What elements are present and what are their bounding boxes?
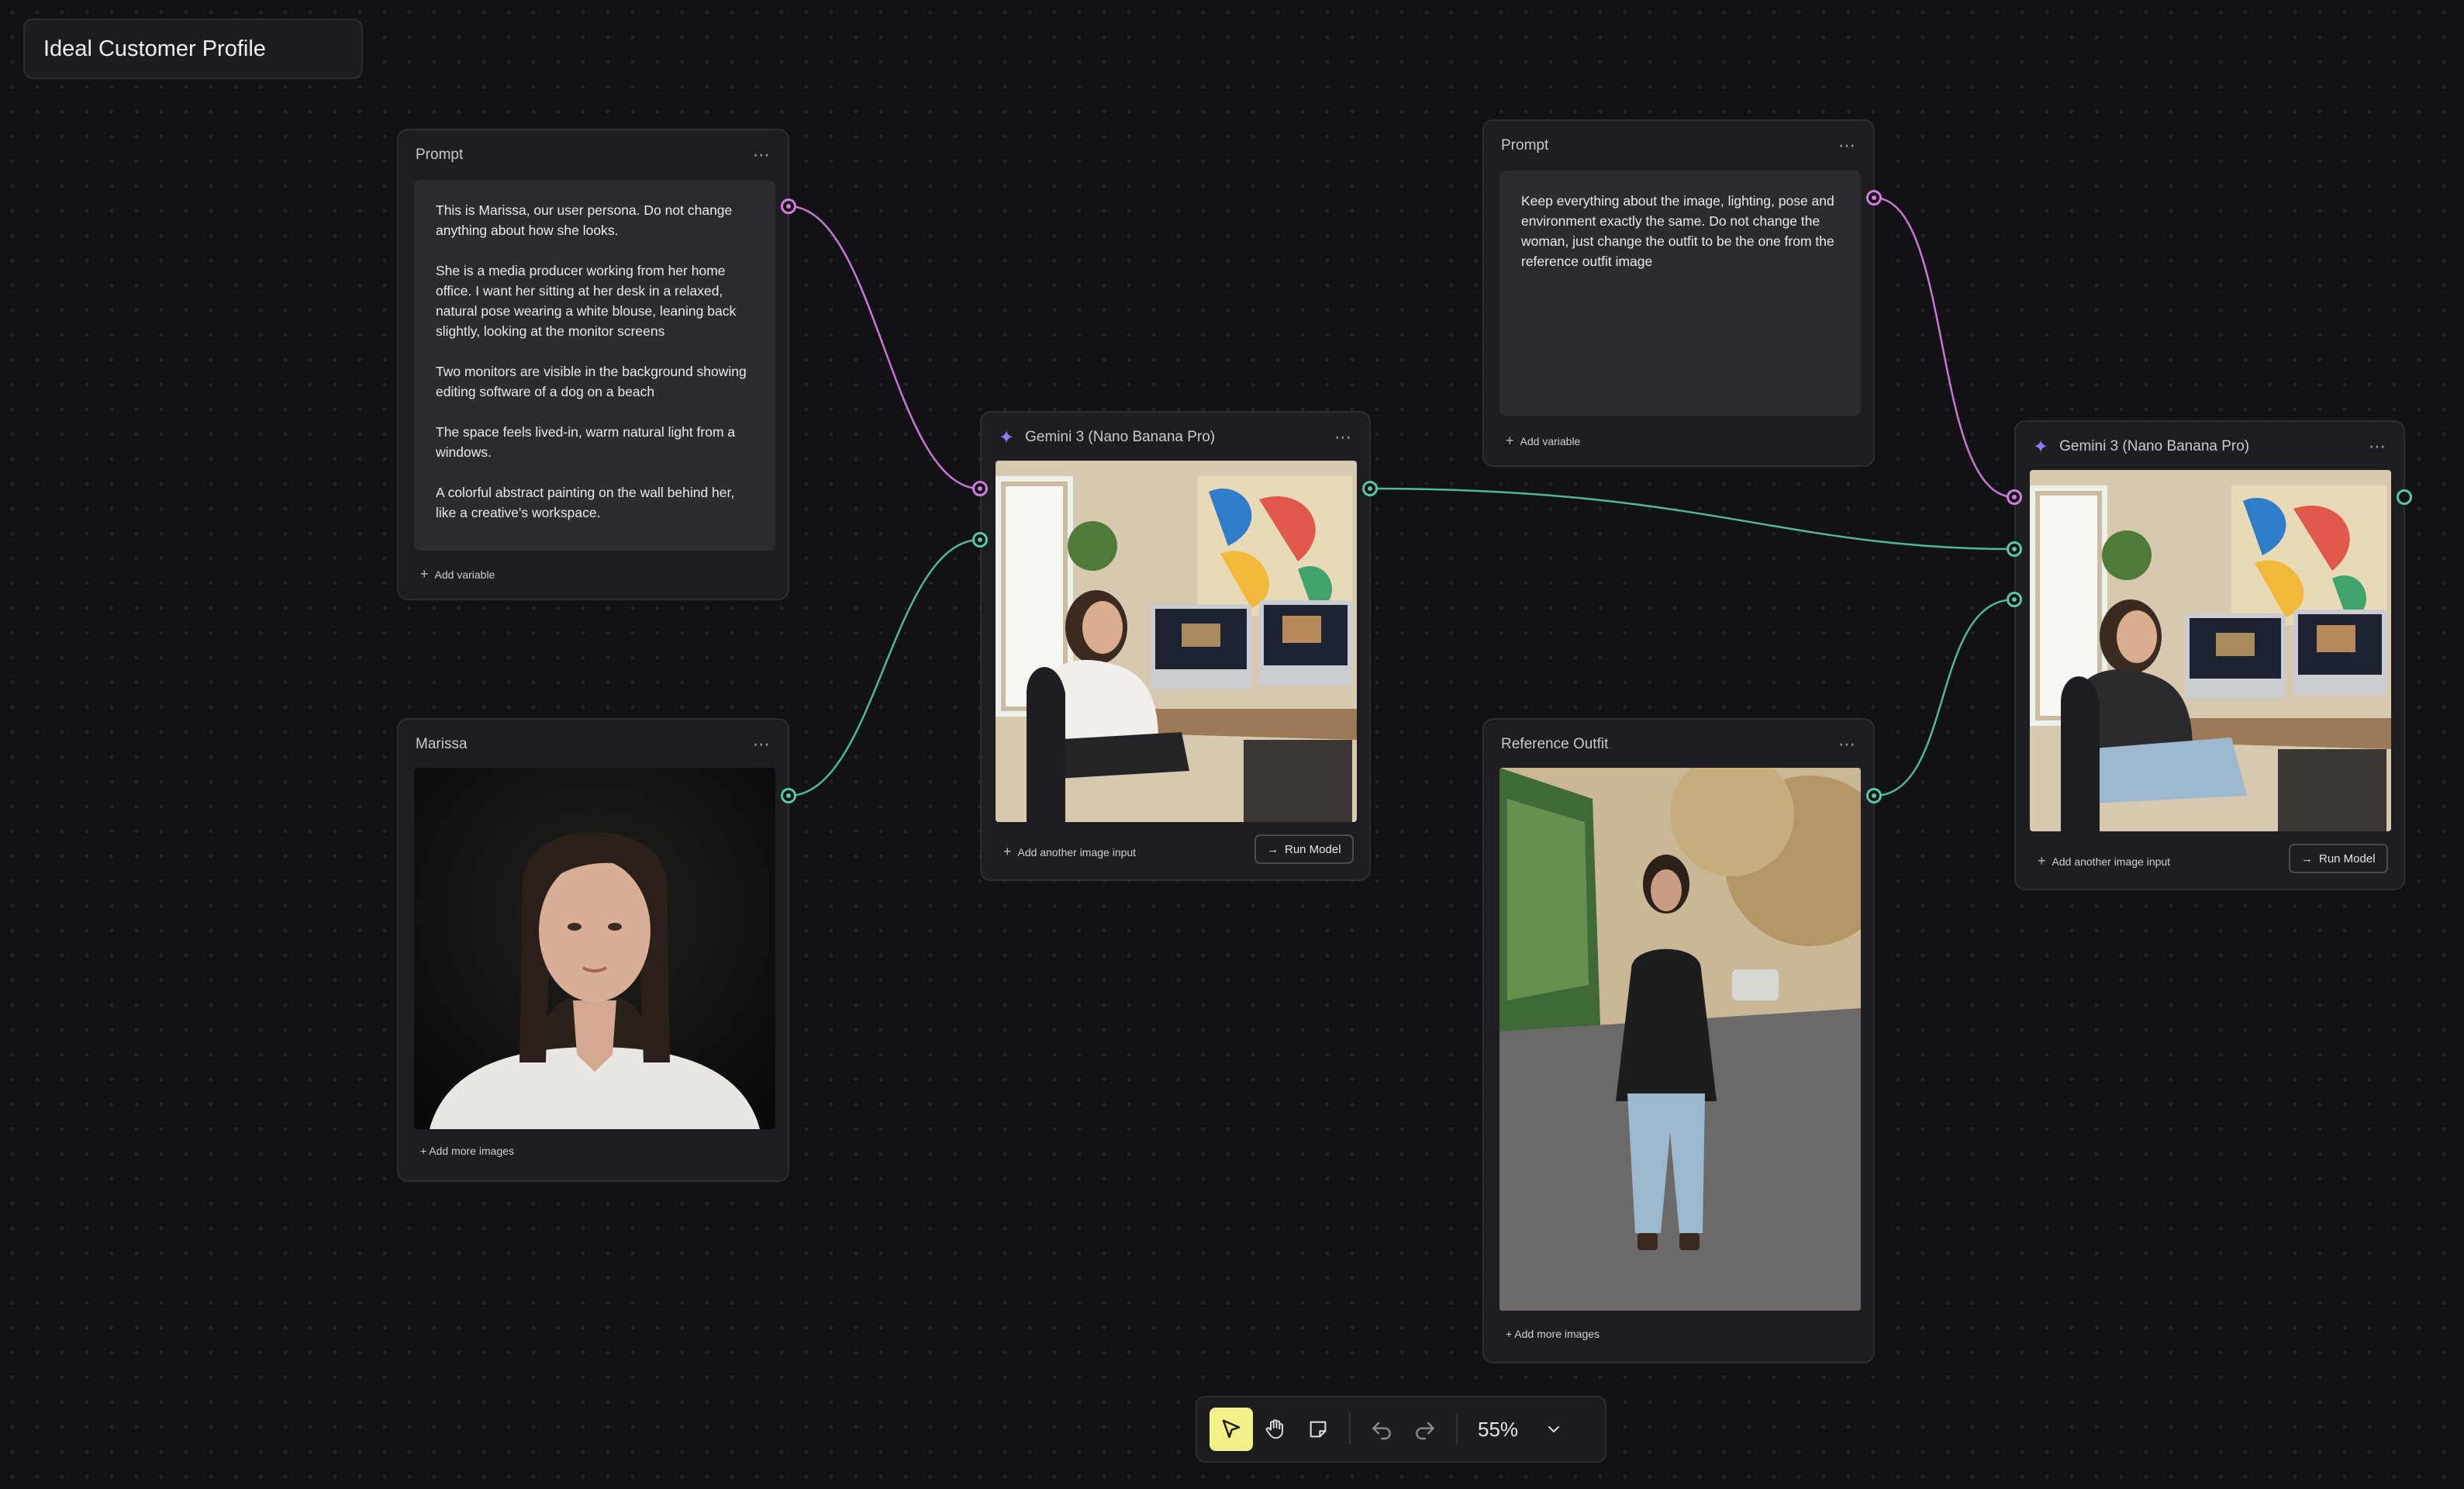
zoom-dropdown-button[interactable] <box>1532 1408 1575 1451</box>
wire-gemini1-to-gemini2 <box>1369 487 2015 551</box>
gemini-node-2-title: Gemini 3 (Nano Banana Pro) <box>2059 438 2250 454</box>
prompt-paragraph: This is Marissa, our user persona. Do no… <box>436 202 733 238</box>
marissa-image-node[interactable]: Marissa ⋯ + Add more images <box>397 718 789 1182</box>
run-model-button[interactable]: → Run Model <box>2289 844 2388 873</box>
add-image-input-button[interactable]: + Add another image input <box>2038 853 2170 869</box>
add-variable-label: Add variable <box>1520 434 1581 447</box>
generated-outfit-image <box>2030 470 2391 831</box>
prompt-text-area[interactable]: This is Marissa, our user persona. Do no… <box>414 180 775 551</box>
board-title[interactable]: Ideal Customer Profile <box>23 19 363 79</box>
plus-icon: + <box>420 566 429 582</box>
outfit-node-header[interactable]: Reference Outfit ⋯ <box>1484 720 1873 769</box>
prompt-text-area[interactable]: Keep everything about the image, lightin… <box>1499 171 1861 416</box>
prompt-node-2-header[interactable]: Prompt ⋯ <box>1484 121 1873 171</box>
wire-marissa-to-gemini1 <box>788 538 981 797</box>
prompt-paragraph: She is a media producer working from her… <box>436 263 737 339</box>
gemini-node-1-title: Gemini 3 (Nano Banana Pro) <box>1025 429 1216 445</box>
gemini-node-1-header[interactable]: ✦ Gemini 3 (Nano Banana Pro) ⋯ <box>982 413 1369 462</box>
board-title-text: Ideal Customer Profile <box>43 36 266 61</box>
run-model-label: Run Model <box>1285 842 1341 856</box>
more-options-icon[interactable]: ⋯ <box>1334 427 1352 447</box>
canvas-toolbar: 55% <box>1196 1396 1606 1463</box>
prompt-node-1-header[interactable]: Prompt ⋯ <box>399 130 788 180</box>
gemini-model-node-1[interactable]: ✦ Gemini 3 (Nano Banana Pro) ⋯ + Add ano… <box>980 411 1371 881</box>
plus-icon: + <box>2038 853 2046 869</box>
run-model-button[interactable]: → Run Model <box>1254 834 1354 864</box>
gemini-2-output-port[interactable] <box>2397 489 2412 505</box>
sticky-note-icon <box>1310 1421 1327 1438</box>
gemini-1-output-port[interactable] <box>1362 481 1378 496</box>
more-options-icon[interactable]: ⋯ <box>1838 136 1856 156</box>
gemini-model-node-2[interactable]: ✦ Gemini 3 (Nano Banana Pro) ⋯ + Add ano… <box>2014 420 2405 890</box>
add-more-images-label: + Add more images <box>1506 1328 1600 1340</box>
add-variable-button[interactable]: + Add variable <box>420 566 495 582</box>
gemini-node-2-header[interactable]: ✦ Gemini 3 (Nano Banana Pro) ⋯ <box>2016 422 2404 472</box>
plus-icon: + <box>1506 433 1514 448</box>
add-more-images-button[interactable]: + Add more images <box>420 1145 514 1157</box>
toolbar-divider <box>1456 1414 1458 1445</box>
generated-office-image <box>996 461 1357 822</box>
wire-outfit-to-gemini2 <box>1873 598 2015 797</box>
add-image-input-label: Add another image input <box>2052 855 2171 868</box>
zoom-level: 55% <box>1478 1417 1519 1441</box>
marissa-output-port[interactable] <box>781 788 796 803</box>
reference-outfit-image <box>1499 768 1861 1311</box>
sticky-note-tool-button[interactable] <box>1296 1408 1340 1451</box>
prompt-node-1-title: Prompt <box>416 147 464 163</box>
wire-prompt2-to-gemini2 <box>1873 196 2015 499</box>
redo-icon <box>1416 1422 1434 1440</box>
run-model-label: Run Model <box>2319 852 2376 865</box>
arrow-right-icon: → <box>2301 852 2313 865</box>
cursor-arrow-icon <box>1222 1419 1241 1439</box>
sparkle-icon: ✦ <box>999 427 1015 448</box>
marissa-node-title: Marissa <box>416 736 468 752</box>
redo-button[interactable] <box>1403 1408 1447 1451</box>
toolbar-divider <box>1349 1414 1351 1445</box>
more-options-icon[interactable]: ⋯ <box>1838 734 1856 755</box>
undo-icon <box>1372 1422 1391 1440</box>
chevron-down-icon <box>1548 1426 1559 1432</box>
add-more-images-label: + Add more images <box>420 1145 515 1157</box>
prompt-node-1[interactable]: Prompt ⋯ This is Marissa, our user perso… <box>397 129 789 600</box>
more-options-icon[interactable]: ⋯ <box>753 734 771 755</box>
plus-icon: + <box>1003 844 1012 859</box>
sparkle-icon: ✦ <box>2033 436 2049 458</box>
gemini-1-image-input-port[interactable] <box>972 532 988 548</box>
prompt-1-output-port[interactable] <box>781 199 796 214</box>
marissa-portrait-image <box>414 768 775 1129</box>
more-options-icon[interactable]: ⋯ <box>753 145 771 165</box>
select-tool-button[interactable] <box>1210 1408 1253 1451</box>
prompt-paragraph: Two monitors are visible in the backgrou… <box>436 364 747 399</box>
add-image-input-label: Add another image input <box>1017 845 1137 859</box>
wire-prompt1-to-gemini1 <box>788 205 981 490</box>
outfit-output-port[interactable] <box>1866 788 1882 803</box>
reference-outfit-node[interactable]: Reference Outfit ⋯ + Add more images <box>1482 718 1875 1363</box>
gemini-2-image-input-port-1[interactable] <box>2007 541 2022 557</box>
more-options-icon[interactable]: ⋯ <box>2369 437 2386 457</box>
prompt-node-2-title: Prompt <box>1501 137 1549 154</box>
undo-button[interactable] <box>1360 1408 1403 1451</box>
prompt-paragraph: A colorful abstract painting on the wall… <box>436 485 735 520</box>
arrow-right-icon: → <box>1267 842 1279 856</box>
prompt-paragraph: The space feels lived-in, warm natural l… <box>436 424 736 460</box>
add-variable-label: Add variable <box>434 568 495 581</box>
hand-icon <box>1265 1419 1283 1439</box>
marissa-node-header[interactable]: Marissa ⋯ <box>399 720 788 769</box>
prompt-node-2[interactable]: Prompt ⋯ Keep everything about the image… <box>1482 119 1875 467</box>
add-more-images-button[interactable]: + Add more images <box>1506 1328 1600 1340</box>
add-variable-button[interactable]: + Add variable <box>1506 433 1580 449</box>
prompt-paragraph: Keep everything about the image, lightin… <box>1521 193 1834 269</box>
gemini-2-image-input-port-2[interactable] <box>2007 592 2022 607</box>
outfit-node-title: Reference Outfit <box>1501 736 1609 752</box>
prompt-2-output-port[interactable] <box>1866 190 1882 206</box>
add-image-input-button[interactable]: + Add another image input <box>1003 844 1136 860</box>
hand-tool-button[interactable] <box>1253 1408 1296 1451</box>
gemini-1-prompt-input-port[interactable] <box>972 481 988 496</box>
gemini-2-prompt-input-port[interactable] <box>2007 489 2022 505</box>
